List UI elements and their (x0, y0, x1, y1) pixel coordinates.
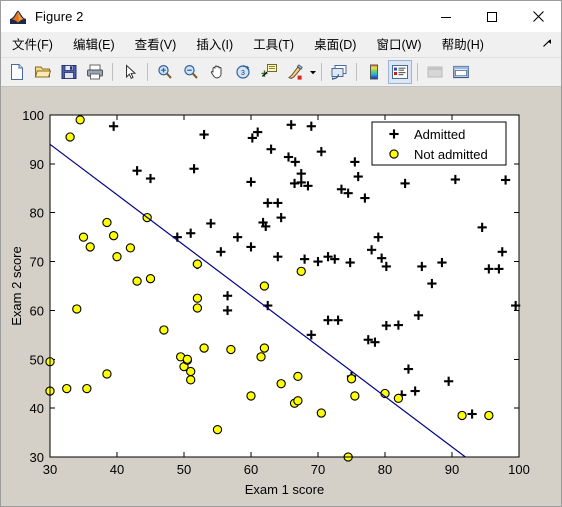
close-button[interactable] (515, 1, 561, 32)
y-tick-label: 90 (30, 157, 44, 172)
menu-item-help[interactable]: 帮助(H) (433, 34, 493, 56)
colorbar-icon (370, 64, 378, 80)
legend-label: Not admitted (414, 147, 488, 162)
data-cursor-icon (261, 64, 277, 77)
toolbar-separator (417, 63, 418, 81)
maximize-icon (487, 11, 497, 22)
link-plot-button[interactable] (327, 60, 351, 84)
hide-plot-tools-button[interactable] (423, 60, 447, 84)
cursor-arrow-icon (126, 64, 137, 79)
y-tick-label: 60 (30, 303, 44, 318)
legend-icon (392, 65, 408, 79)
edit-plot-button[interactable] (118, 60, 142, 84)
new-document-icon (11, 64, 23, 80)
toolbar-separator (321, 63, 322, 81)
caret-down-icon (309, 71, 316, 75)
x-tick-label: 70 (311, 462, 325, 477)
window-title: Figure 2 (35, 9, 84, 24)
open-folder-icon (34, 66, 52, 78)
y-tick-label: 80 (30, 206, 44, 221)
title-bar: Figure 2 (1, 1, 561, 32)
x-tick-label: 90 (445, 462, 459, 477)
maximize-button[interactable] (469, 1, 515, 32)
y-tick-label: 40 (30, 401, 44, 416)
x-axis-label: Exam 1 score (245, 482, 324, 497)
rotate-3d-icon: 3 (236, 65, 250, 79)
toolbar-separator (147, 63, 148, 81)
menu-item-window[interactable]: 窗口(W) (367, 34, 430, 56)
toolbar-separator (356, 63, 357, 81)
y-tick-label: 30 (30, 450, 44, 465)
y-axis-label: Exam 2 score (9, 246, 24, 325)
zoom-in-icon (158, 64, 172, 79)
show-plot-tools-button[interactable] (449, 60, 473, 84)
toolbar: 3 (1, 58, 561, 87)
undock-arrow-icon[interactable] (541, 37, 553, 49)
x-tick-label: 50 (177, 462, 191, 477)
legend-marker-circle (389, 149, 399, 159)
minimize-button[interactable] (423, 1, 469, 32)
figure-window: Figure 2 文件(F) 编辑(E) 查看(V) 插入(I) 工具(T) 桌… (0, 0, 562, 507)
x-tick-label: 30 (43, 462, 57, 477)
zoom-in-button[interactable] (153, 60, 177, 84)
brush-button[interactable] (283, 60, 307, 84)
open-file-button[interactable] (31, 60, 55, 84)
x-tick-label: 60 (244, 462, 258, 477)
close-icon (532, 11, 544, 22)
menu-bar: 文件(F) 编辑(E) 查看(V) 插入(I) 工具(T) 桌面(D) 窗口(W… (1, 32, 561, 58)
show-plot-tools-icon (453, 65, 469, 79)
printer-icon (87, 64, 103, 80)
x-tick-label: 80 (378, 462, 392, 477)
save-disk-icon (61, 65, 77, 79)
matlab-membrane-icon (9, 7, 27, 26)
print-figure-button[interactable] (83, 60, 107, 84)
menu-item-view[interactable]: 查看(V) (126, 34, 186, 56)
new-figure-button[interactable] (5, 60, 29, 84)
menu-item-tools[interactable]: 工具(T) (244, 34, 303, 56)
pan-button[interactable] (205, 60, 229, 84)
menu-item-desktop[interactable]: 桌面(D) (305, 34, 365, 56)
axes-background (50, 115, 519, 457)
x-tick-label: 100 (508, 462, 530, 477)
y-tick-label: 100 (22, 108, 44, 123)
x-tick-label: 40 (110, 462, 124, 477)
toolbar-separator (112, 63, 113, 81)
y-tick-label: 50 (30, 352, 44, 367)
link-plot-icon (331, 65, 347, 80)
menu-item-insert[interactable]: 插入(I) (187, 34, 242, 56)
menu-item-edit[interactable]: 编辑(E) (64, 34, 124, 56)
scatter-plot[interactable]: 30 40 50 60 70 80 90 100 30 40 50 60 70 80 90 100 Exam … (1, 87, 561, 507)
figure-canvas[interactable]: 30 40 50 60 70 80 90 100 30 40 50 60 70 80 90 100 Exam … (1, 87, 561, 507)
rotate-3d-button[interactable]: 3 (231, 60, 255, 84)
zoom-out-button[interactable] (179, 60, 203, 84)
zoom-out-icon (184, 64, 198, 79)
menu-item-file[interactable]: 文件(F) (3, 34, 62, 56)
legend-button[interactable] (388, 60, 412, 84)
svg-text:3: 3 (241, 70, 245, 77)
plot-legend[interactable]: Admitted Not admitted (371, 121, 507, 166)
y-tick-label: 70 (30, 255, 44, 270)
brush-dropdown[interactable] (308, 60, 317, 84)
legend-label: Admitted (414, 127, 465, 142)
minimize-icon (441, 16, 451, 18)
data-cursor-button[interactable] (257, 60, 281, 84)
save-figure-button[interactable] (57, 60, 81, 84)
hide-plot-tools-icon (427, 66, 443, 78)
colorbar-button[interactable] (362, 60, 386, 84)
brush-icon (288, 64, 303, 80)
hand-pan-icon (210, 65, 222, 79)
